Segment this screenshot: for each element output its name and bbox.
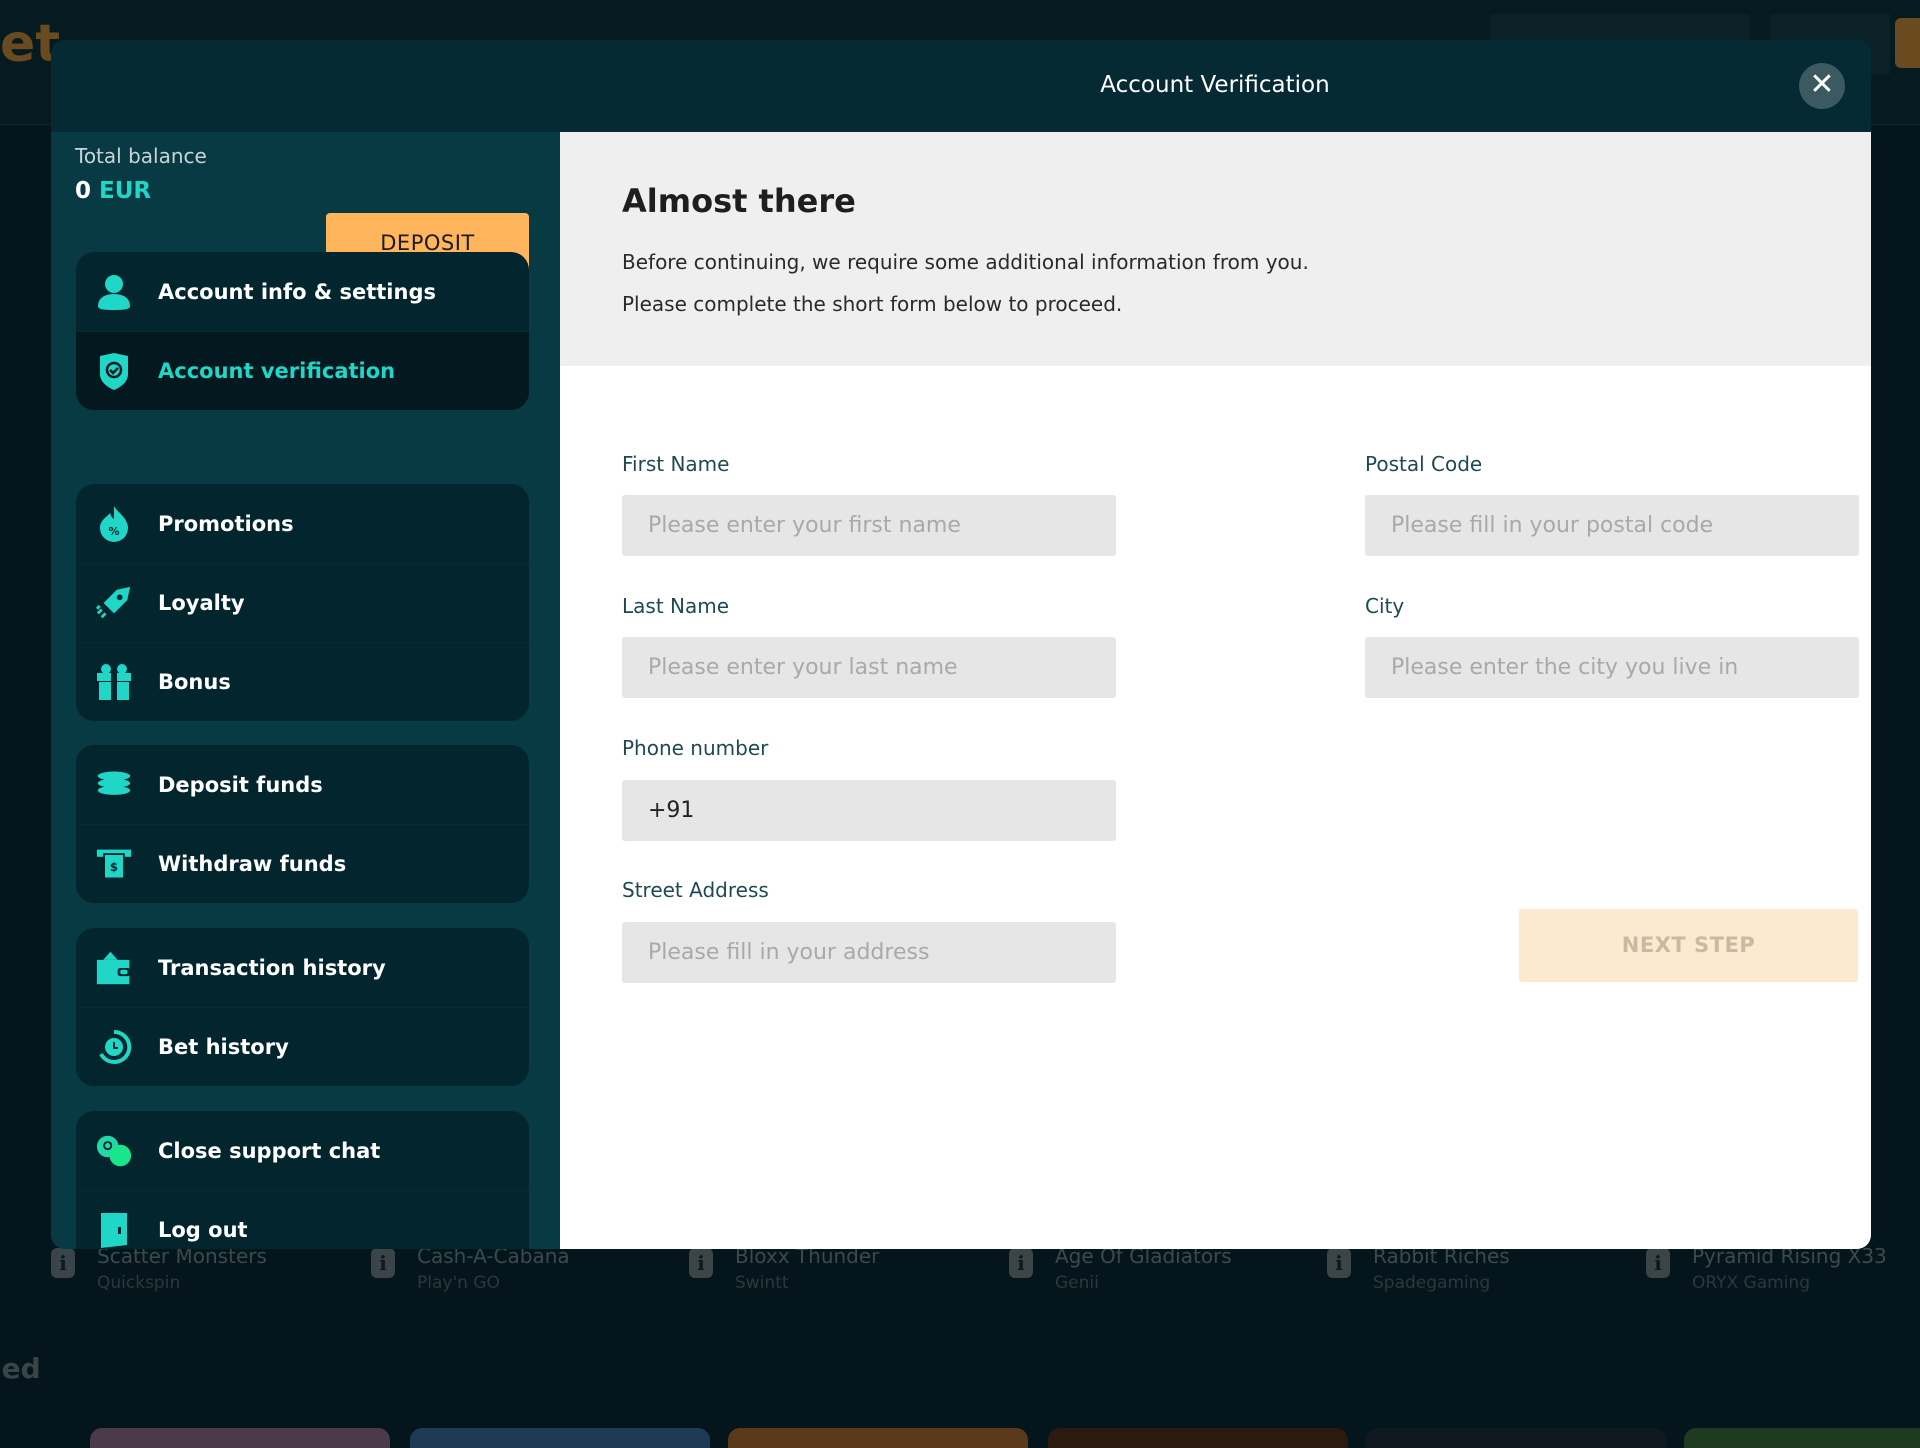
sidebar-item-loyalty[interactable]: Loyalty: [76, 563, 529, 642]
wallet-icon: [96, 950, 132, 986]
city-input[interactable]: [1365, 637, 1859, 698]
game-provider: Genii: [1055, 1273, 1099, 1293]
background-section-title: led: [0, 1352, 41, 1385]
sidebar-item-account-info-settings[interactable]: Account info & settings: [76, 252, 529, 331]
city-label: City: [1365, 594, 1405, 618]
street-address-label: Street Address: [622, 878, 769, 902]
phone-label: Phone number: [622, 736, 769, 760]
intro-section: Almost there Before continuing, we requi…: [560, 132, 1871, 366]
info-icon: i: [689, 1248, 713, 1278]
game-provider: Quickspin: [97, 1273, 181, 1293]
sidebar-item-label: Log out: [158, 1218, 248, 1242]
next-step-button[interactable]: NEXT STEP: [1519, 909, 1858, 982]
game-card: [90, 1428, 390, 1448]
game-provider: ORYX Gaming: [1692, 1273, 1810, 1293]
sidebar-item-label: Account verification: [158, 359, 396, 383]
sidebar-item-account-verification[interactable]: Account verification: [76, 331, 529, 410]
background-button: [1895, 18, 1920, 68]
sidebar-item-bonus[interactable]: Bonus: [76, 642, 529, 721]
rocket-icon: [96, 585, 132, 621]
user-icon: [96, 274, 132, 310]
info-icon: i: [371, 1248, 395, 1278]
modal-title: Account Verification: [1100, 72, 1330, 98]
menu-group: % Promotions Loyalty Bonus: [76, 484, 529, 721]
game-provider: Spadegaming: [1373, 1273, 1491, 1293]
page-heading: Almost there: [622, 182, 856, 220]
total-balance-value: 0 EUR: [75, 178, 151, 204]
info-icon: i: [1327, 1248, 1351, 1278]
game-card: [410, 1428, 710, 1448]
sidebar-item-transaction-history[interactable]: Transaction history: [76, 928, 529, 1007]
shield-check-icon: [96, 353, 132, 390]
info-icon: i: [51, 1248, 75, 1278]
sidebar-item-label: Promotions: [158, 511, 294, 536]
sidebar-item-label: Close support chat: [158, 1138, 381, 1163]
postal-code-label: Postal Code: [1365, 452, 1483, 476]
info-icon: i: [1009, 1248, 1033, 1278]
modal-header: Account Verification ✕: [51, 40, 1871, 132]
balance-amount: 0: [75, 178, 92, 204]
account-verification-modal: Account Verification ✕ Total balance 0 E…: [51, 40, 1871, 1249]
sidebar-item-label: Deposit funds: [158, 772, 323, 797]
svg-text:$: $: [110, 860, 118, 874]
sidebar-item-label: Transaction history: [158, 955, 386, 980]
total-balance-label: Total balance: [75, 144, 207, 168]
info-icon: i: [1646, 1248, 1670, 1278]
game-provider: Play'n GO: [417, 1273, 500, 1293]
intro-text-1: Before continuing, we require some addit…: [622, 250, 1309, 274]
sidebar-item-label: Bet history: [158, 1035, 289, 1059]
svg-text:%: %: [108, 525, 119, 538]
sidebar-item-label: Loyalty: [158, 591, 245, 615]
game-card: [1366, 1428, 1666, 1448]
door-icon: [96, 1212, 132, 1248]
coins-stack-icon: [96, 767, 132, 803]
game-card: [1048, 1428, 1348, 1448]
close-icon: ✕: [1809, 67, 1835, 102]
sidebar-item-promotions[interactable]: % Promotions: [76, 484, 529, 563]
sidebar-item-bet-history[interactable]: Bet history: [76, 1007, 529, 1086]
clock-history-icon: [96, 1029, 132, 1065]
street-address-input[interactable]: [622, 922, 1116, 983]
game-provider: Swintt: [735, 1273, 789, 1293]
menu-group: Deposit funds $ Withdraw funds: [76, 745, 529, 903]
first-name-label: First Name: [622, 452, 730, 476]
menu-group: Transaction history Bet history: [76, 928, 529, 1086]
flame-percent-icon: %: [96, 505, 132, 542]
atm-cash-icon: $: [96, 846, 132, 882]
verification-content: Almost there Before continuing, we requi…: [560, 132, 1871, 1249]
balance-currency: EUR: [99, 178, 152, 204]
menu-group: Close support chat Log out: [76, 1111, 529, 1249]
game-card: [728, 1428, 1028, 1448]
last-name-input[interactable]: [622, 637, 1116, 698]
first-name-input[interactable]: [622, 495, 1116, 556]
menu-group: Account info & settings Account verificat…: [76, 252, 529, 410]
sidebar-item-label: Account info & settings: [158, 279, 436, 304]
sidebar-item-close-support-chat[interactable]: Close support chat: [76, 1111, 529, 1190]
intro-text-2: Please complete the short form below to …: [622, 292, 1123, 316]
chat-bubbles-icon: [96, 1133, 132, 1169]
sidebar-item-log-out[interactable]: Log out: [76, 1190, 529, 1249]
postal-code-input[interactable]: [1365, 495, 1859, 556]
account-sidebar: Total balance 0 EUR DEPOSIT Account info…: [51, 132, 560, 1249]
sidebar-item-label: Bonus: [158, 670, 231, 694]
sidebar-item-label: Withdraw funds: [158, 852, 347, 876]
sidebar-item-withdraw-funds[interactable]: $ Withdraw funds: [76, 824, 529, 903]
last-name-label: Last Name: [622, 594, 730, 618]
phone-input[interactable]: [622, 780, 1116, 841]
gift-icon: [96, 664, 132, 700]
close-button[interactable]: ✕: [1799, 63, 1845, 109]
game-card: [1684, 1428, 1920, 1448]
sidebar-item-deposit-funds[interactable]: Deposit funds: [76, 745, 529, 824]
